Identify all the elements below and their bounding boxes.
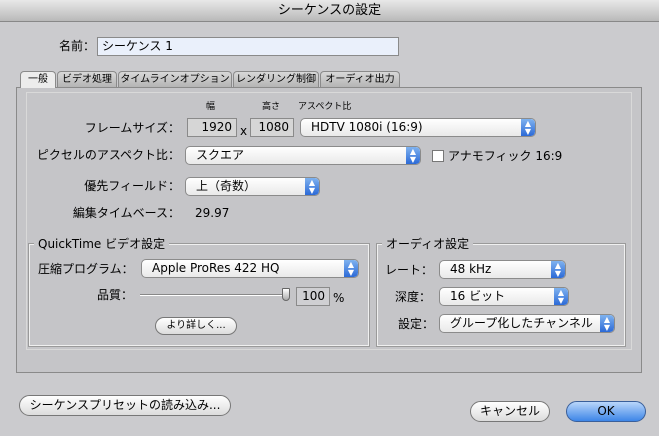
name-label: 名前：	[58, 39, 95, 53]
advanced-button[interactable]: より詳しく...	[155, 317, 237, 335]
tab-video-processing[interactable]: ビデオ処理	[57, 71, 117, 87]
rate-label: レート：	[385, 263, 434, 277]
tab-audio-output[interactable]: オーディオ出力	[320, 71, 400, 87]
chevron-updown-icon: ▲ ▼	[406, 147, 420, 164]
quality-field[interactable]: 100	[296, 287, 330, 306]
compressor-value: Apple ProRes 422 HQ	[152, 261, 280, 275]
depth-value: 16 ビット	[450, 289, 506, 303]
chevron-updown-icon: ▲ ▼	[305, 178, 319, 195]
rate-popup[interactable]: 48 kHz ▲ ▼	[439, 260, 566, 279]
quality-slider-thumb[interactable]	[282, 288, 290, 301]
aspect-header: アスペクト比	[298, 102, 352, 112]
name-input[interactable]: シーケンス 1	[97, 37, 399, 56]
frame-size-label: フレームサイズ：	[84, 121, 180, 135]
by-label: x	[240, 124, 248, 138]
field-dominance-label: 優先フィールド：	[84, 179, 180, 193]
ok-button[interactable]: OK	[566, 401, 646, 422]
quality-slider[interactable]	[140, 294, 288, 296]
chevron-updown-icon: ▲ ▼	[521, 119, 535, 136]
tab-timeline-options[interactable]: タイムラインオプション	[118, 71, 232, 87]
rate-value: 48 kHz	[450, 262, 492, 276]
audio-title: オーディオ設定	[382, 237, 474, 251]
chevron-updown-icon: ▲ ▼	[344, 260, 358, 277]
field-dominance-popup[interactable]: 上（奇数） ▲ ▼	[185, 177, 320, 196]
pixel-aspect-popup[interactable]: スクエア ▲ ▼	[185, 146, 421, 165]
aspect-ratio-value: HDTV 1080i (16:9)	[311, 120, 423, 134]
tab-general[interactable]: 一般	[20, 71, 56, 88]
load-preset-button[interactable]: シーケンスプリセットの読み込み...	[19, 395, 231, 416]
frame-height-field[interactable]: 1080	[250, 118, 294, 137]
chevron-updown-icon: ▲ ▼	[551, 261, 565, 278]
pixel-aspect-value: スクエア	[196, 148, 245, 162]
window-title: シーケンスの設定	[0, 0, 659, 22]
config-label: 設定：	[398, 317, 435, 331]
pixel-aspect-label: ピクセルのアスペクト比：	[36, 148, 180, 162]
depth-popup[interactable]: 16 ビット ▲ ▼	[439, 287, 569, 306]
aspect-ratio-popup[interactable]: HDTV 1080i (16:9) ▲ ▼	[300, 118, 536, 137]
quality-unit: %	[333, 291, 345, 305]
anamorphic-checkbox[interactable]	[432, 150, 444, 162]
frame-width-field[interactable]: 1920	[187, 118, 237, 137]
quality-label: 品質：	[97, 288, 134, 302]
field-dominance-value: 上（奇数）	[196, 179, 257, 193]
compressor-popup[interactable]: Apple ProRes 422 HQ ▲ ▼	[141, 259, 359, 278]
anamorphic-label: アナモフィック 16:9	[448, 149, 563, 163]
tab-render-control[interactable]: レンダリング制御	[233, 71, 319, 87]
depth-label: 深度：	[395, 290, 432, 304]
height-header: 高さ	[262, 102, 281, 112]
config-value: グループ化したチャンネル	[450, 316, 593, 330]
config-popup[interactable]: グループ化したチャンネル ▲ ▼	[439, 314, 615, 333]
chevron-updown-icon: ▲ ▼	[600, 315, 614, 332]
timebase-value: 29.97	[195, 206, 230, 220]
compressor-label: 圧縮プログラム：	[38, 262, 134, 276]
chevron-updown-icon: ▲ ▼	[554, 288, 568, 305]
quicktime-title: QuickTime ビデオ設定	[34, 237, 170, 251]
width-header: 幅	[206, 102, 216, 112]
cancel-button[interactable]: キャンセル	[470, 401, 550, 422]
timebase-label: 編集タイムベース：	[72, 206, 180, 220]
